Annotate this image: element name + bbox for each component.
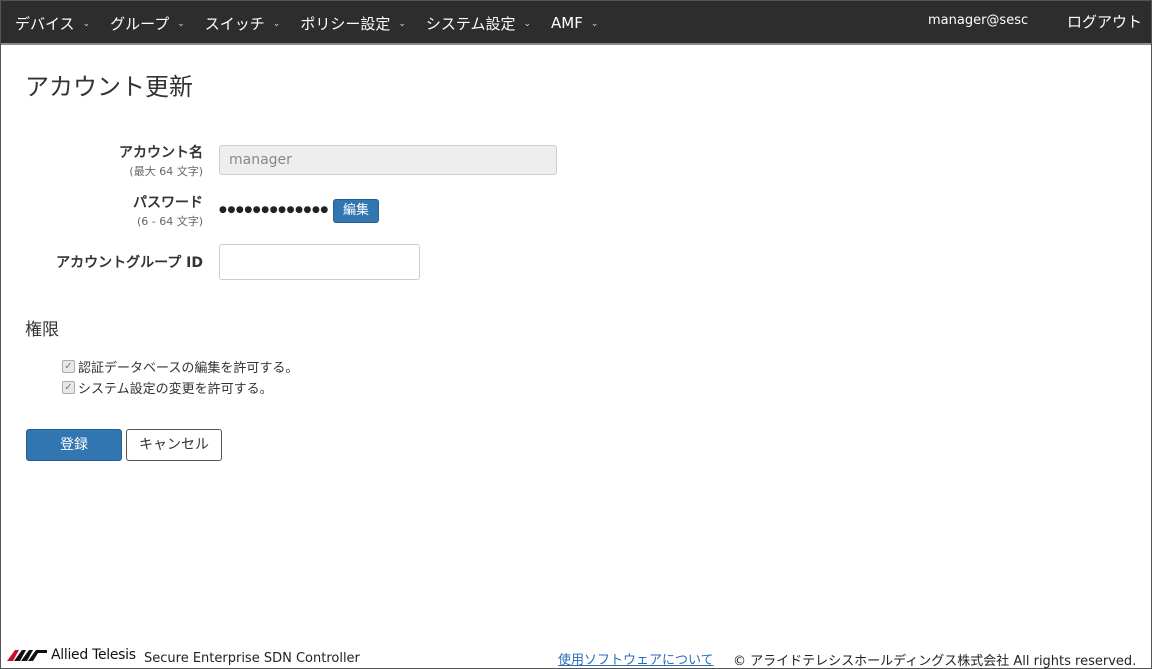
software-info-link[interactable]: 使用ソフトウェアについて (558, 649, 714, 668)
page-title: アカウント更新 (25, 73, 193, 101)
chevron-down-icon: ⌄ (523, 19, 531, 29)
chevron-down-icon: ⌄ (272, 19, 281, 29)
permissions-section-title: 権限 (25, 320, 59, 340)
nav-item-label: ポリシー設定 (300, 14, 391, 33)
account-group-id-input[interactable] (219, 244, 420, 280)
nav-item-system[interactable]: システム設定 ⌄ (426, 13, 531, 34)
password-label: パスワード (133, 195, 203, 211)
account-group-id-label: アカウントグループ ID (56, 255, 203, 271)
nav-item-switches[interactable]: スイッチ ⌄ (205, 13, 281, 34)
nav-item-label: AMF (551, 14, 583, 32)
account-name-hint: (最大 64 文字) (129, 165, 203, 178)
checkbox-checked-icon[interactable]: ✓ (62, 381, 75, 394)
nav-item-groups[interactable]: グループ ⌄ (110, 13, 185, 34)
checkbox-checked-icon[interactable]: ✓ (62, 360, 75, 373)
permission-label: 認証データベースの編集を許可する。 (78, 361, 299, 376)
nav-item-amf[interactable]: AMF ⌄ (551, 14, 598, 32)
permission-change-system-settings[interactable]: ✓ システム設定の変更を許可する。 (62, 378, 273, 397)
nav-item-policy[interactable]: ポリシー設定 ⌄ (300, 13, 406, 34)
cancel-button[interactable]: キャンセル (126, 429, 222, 461)
nav-item-label: スイッチ (204, 14, 265, 33)
chevron-down-icon: ⌄ (82, 19, 91, 29)
chevron-down-icon: ⌄ (177, 19, 185, 29)
password-hint: (6 - 64 文字) (136, 215, 203, 228)
footer-logo: Allied Telesis (7, 647, 136, 663)
password-masked-value: ●●●●●●●●●●●●● (219, 205, 329, 215)
permission-label: システム設定の変更を許可する。 (78, 382, 273, 397)
account-name-input: manager (219, 145, 557, 175)
current-user: manager@sesc (928, 13, 1029, 28)
permission-edit-auth-db[interactable]: ✓ 認証データベースの編集を許可する。 (62, 357, 298, 376)
submit-button[interactable]: 登録 (26, 429, 122, 461)
nav-item-label: グループ (110, 14, 170, 33)
account-name-label: アカウント名 (119, 145, 203, 161)
nav-menu: デバイス ⌄ グループ ⌄ スイッチ ⌄ ポリシー設定 ⌄ システム設定 ⌄ A… (15, 1, 618, 45)
nav-item-devices[interactable]: デバイス ⌄ (15, 13, 90, 34)
chevron-down-icon: ⌄ (398, 19, 406, 29)
product-name: Secure Enterprise SDN Controller (144, 651, 360, 666)
allied-telesis-logo-icon (7, 650, 47, 661)
chevron-down-icon: ⌄ (590, 19, 599, 29)
logout-link[interactable]: ログアウト (1067, 11, 1142, 32)
nav-item-label: システム設定 (425, 14, 516, 33)
copyright-text: © アライドテレシスホールディングス株式会社 All rights reserv… (733, 654, 1137, 669)
top-navbar: デバイス ⌄ グループ ⌄ スイッチ ⌄ ポリシー設定 ⌄ システム設定 ⌄ A… (1, 1, 1151, 45)
brand-name: Allied Telesis (51, 647, 136, 663)
edit-password-button[interactable]: 編集 (333, 199, 379, 223)
nav-item-label: デバイス (15, 14, 75, 33)
